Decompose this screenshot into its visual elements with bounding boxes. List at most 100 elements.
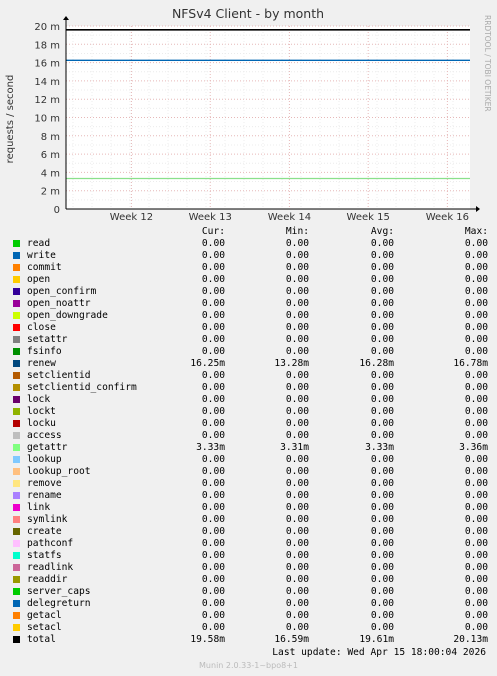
legend-swatch bbox=[13, 564, 20, 571]
y-tick-label: 18 m bbox=[34, 40, 60, 51]
legend-max: 0.00 bbox=[464, 406, 488, 417]
legend-cur: 0.00 bbox=[201, 346, 225, 357]
legend-avg: 0.00 bbox=[370, 406, 394, 417]
x-tick-label: Week 13 bbox=[189, 212, 232, 223]
x-tick-label: Week 15 bbox=[347, 212, 390, 223]
legend-cur: 0.00 bbox=[201, 298, 225, 309]
x-tick-label: Week 12 bbox=[110, 212, 153, 223]
legend-row: getacl 0.00 0.00 0.00 0.00 bbox=[0, 610, 497, 622]
legend-max: 0.00 bbox=[464, 394, 488, 405]
legend-row: server_caps 0.00 0.00 0.00 0.00 bbox=[0, 586, 497, 598]
legend-min: 0.00 bbox=[285, 586, 309, 597]
legend-cur: 0.00 bbox=[201, 286, 225, 297]
legend-cur: 3.33m bbox=[196, 442, 225, 453]
legend-rows: read 0.00 0.00 0.00 0.00 write 0.00 0.00 0.00 0.0… bbox=[0, 238, 497, 646]
legend-min: 0.00 bbox=[285, 298, 309, 309]
legend-swatch bbox=[13, 588, 20, 595]
legend-swatch bbox=[13, 384, 20, 391]
y-tick-label: 14 m bbox=[34, 77, 60, 88]
legend-row: commit 0.00 0.00 0.00 0.00 bbox=[0, 262, 497, 274]
y-tick-label: 2 m bbox=[41, 187, 60, 198]
legend-max: 0.00 bbox=[464, 610, 488, 621]
legend-name: open bbox=[27, 274, 51, 285]
legend-max: 0.00 bbox=[464, 286, 488, 297]
legend-swatch bbox=[13, 336, 20, 343]
legend-row: renew 16.25m 13.28m 16.28m 16.78m bbox=[0, 358, 497, 370]
legend-cur: 0.00 bbox=[201, 586, 225, 597]
legend-swatch bbox=[13, 396, 20, 403]
legend-cur: 0.00 bbox=[201, 466, 225, 477]
legend-min: 0.00 bbox=[285, 574, 309, 585]
legend-swatch bbox=[13, 456, 20, 463]
legend-max: 0.00 bbox=[464, 622, 488, 633]
legend-min: 0.00 bbox=[285, 538, 309, 549]
legend-min: 0.00 bbox=[285, 490, 309, 501]
legend-min: 0.00 bbox=[285, 286, 309, 297]
legend-name: create bbox=[27, 526, 62, 537]
legend-table: Cur: Min: Avg: Max: read 0.00 0.00 0.00 0.00… bbox=[0, 226, 497, 646]
legend-row: delegreturn 0.00 0.00 0.00 0.00 bbox=[0, 598, 497, 610]
legend-cur: 16.25m bbox=[190, 358, 225, 369]
legend-row: lookup_root 0.00 0.00 0.00 0.00 bbox=[0, 466, 497, 478]
legend-swatch bbox=[13, 492, 20, 499]
legend-avg: 0.00 bbox=[370, 430, 394, 441]
legend-cur: 0.00 bbox=[201, 598, 225, 609]
legend-row: symlink 0.00 0.00 0.00 0.00 bbox=[0, 514, 497, 526]
legend-min: 0.00 bbox=[285, 478, 309, 489]
legend-row: setacl 0.00 0.00 0.00 0.00 bbox=[0, 622, 497, 634]
legend-name: total bbox=[27, 634, 56, 645]
legend-name: statfs bbox=[27, 550, 62, 561]
legend-swatch bbox=[13, 528, 20, 535]
y-tick-label: 16 m bbox=[34, 59, 60, 70]
legend-name: symlink bbox=[27, 514, 68, 525]
legend-max: 0.00 bbox=[464, 502, 488, 513]
legend-avg: 0.00 bbox=[370, 598, 394, 609]
legend-min: 0.00 bbox=[285, 454, 309, 465]
y-tick-label: 6 m bbox=[41, 150, 60, 161]
legend-row: link 0.00 0.00 0.00 0.00 bbox=[0, 502, 497, 514]
header-max: Max: bbox=[464, 226, 488, 237]
legend-cur: 0.00 bbox=[201, 610, 225, 621]
legend-max: 0.00 bbox=[464, 298, 488, 309]
legend-cur: 0.00 bbox=[201, 514, 225, 525]
legend-max: 0.00 bbox=[464, 262, 488, 273]
legend-swatch bbox=[13, 348, 20, 355]
legend-cur: 0.00 bbox=[201, 526, 225, 537]
legend-name: delegreturn bbox=[27, 598, 91, 609]
legend-name: setacl bbox=[27, 622, 62, 633]
legend-name: getattr bbox=[27, 442, 68, 453]
legend-row: setclientid 0.00 0.00 0.00 0.00 bbox=[0, 370, 497, 382]
legend-swatch bbox=[13, 288, 20, 295]
x-axis-arrow bbox=[476, 206, 480, 212]
y-tick-label: 0 bbox=[54, 205, 60, 216]
legend-name: fsinfo bbox=[27, 346, 62, 357]
legend-row: access 0.00 0.00 0.00 0.00 bbox=[0, 430, 497, 442]
legend-row: getattr 3.33m 3.31m 3.33m 3.36m bbox=[0, 442, 497, 454]
legend-avg: 0.00 bbox=[370, 274, 394, 285]
legend-name: lookup_root bbox=[27, 466, 91, 477]
rrdtool-watermark: RRDTOOL / TOBI OETIKER bbox=[483, 15, 492, 112]
legend-cur: 0.00 bbox=[201, 490, 225, 501]
legend-avg: 0.00 bbox=[370, 298, 394, 309]
legend-row: statfs 0.00 0.00 0.00 0.00 bbox=[0, 550, 497, 562]
y-axis-label: requests / second bbox=[5, 75, 16, 164]
legend-cur: 0.00 bbox=[201, 550, 225, 561]
legend-row: create 0.00 0.00 0.00 0.00 bbox=[0, 526, 497, 538]
legend-row: read 0.00 0.00 0.00 0.00 bbox=[0, 238, 497, 250]
legend-name: server_caps bbox=[27, 586, 91, 597]
legend-swatch bbox=[13, 600, 20, 607]
legend-max: 0.00 bbox=[464, 562, 488, 573]
legend-cur: 0.00 bbox=[201, 250, 225, 261]
legend-name: renew bbox=[27, 358, 56, 369]
legend-swatch bbox=[13, 300, 20, 307]
legend-min: 0.00 bbox=[285, 334, 309, 345]
legend-cur: 0.00 bbox=[201, 478, 225, 489]
legend-name: lookup bbox=[27, 454, 62, 465]
legend-name: commit bbox=[27, 262, 62, 273]
legend-min: 0.00 bbox=[285, 430, 309, 441]
legend-name: open_noattr bbox=[27, 298, 91, 309]
legend-max: 0.00 bbox=[464, 322, 488, 333]
legend-max: 0.00 bbox=[464, 586, 488, 597]
legend-name: rename bbox=[27, 490, 62, 501]
last-update: Last update: Wed Apr 15 18:00:04 2026 bbox=[272, 647, 486, 658]
